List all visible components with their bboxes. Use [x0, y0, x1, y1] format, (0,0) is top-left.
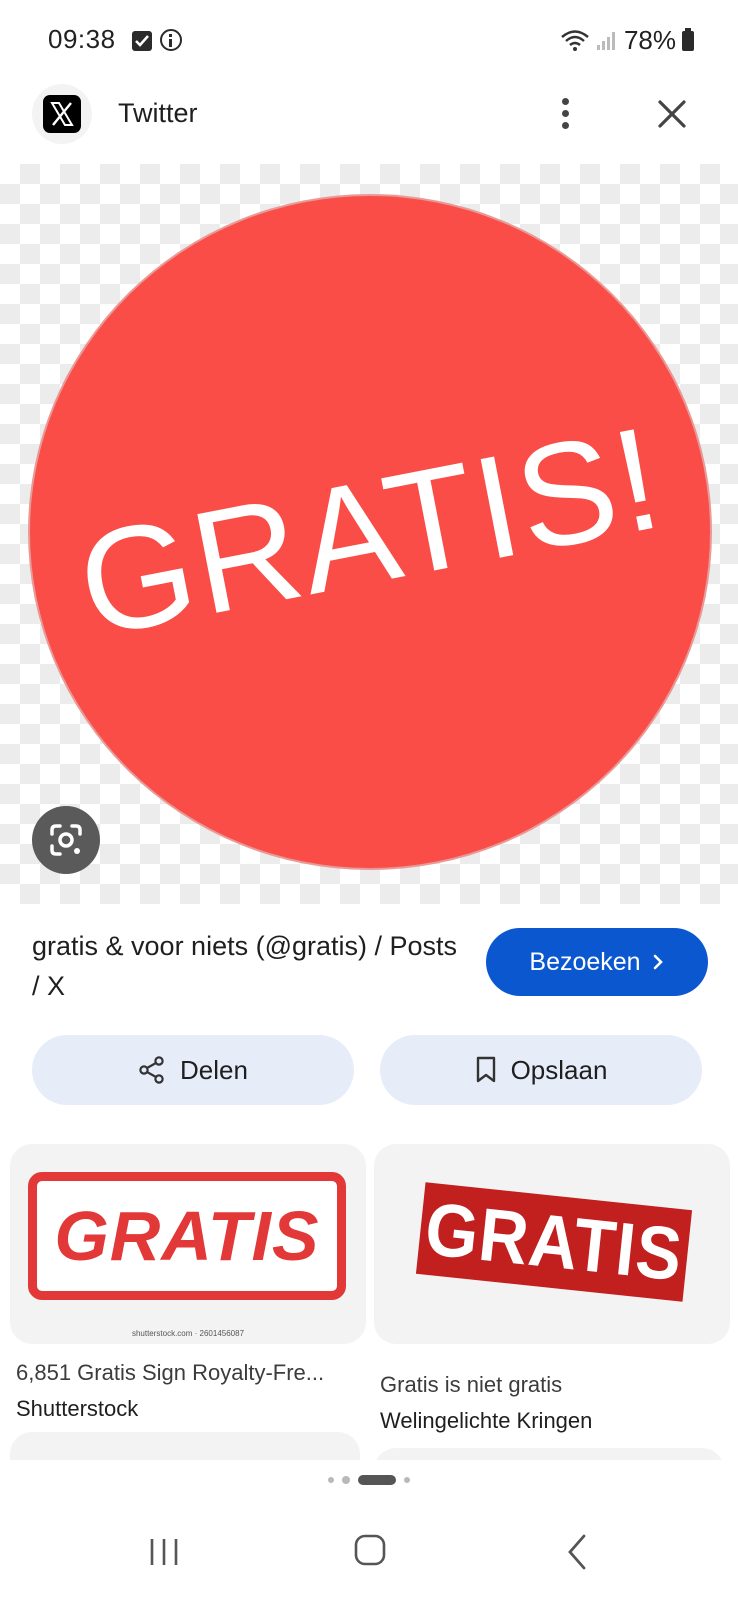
share-icon: [139, 1056, 164, 1084]
battery-icon: [682, 28, 694, 51]
page-dot: [328, 1477, 334, 1483]
wifi-icon: [561, 30, 589, 51]
related-thumbnail[interactable]: GRATIS: [374, 1144, 730, 1344]
gratis-circle: GRATIS!: [30, 196, 710, 868]
info-icon: [160, 29, 182, 51]
page-dot-active: [358, 1475, 396, 1485]
save-button-label: Opslaan: [510, 1054, 608, 1085]
bookmark-icon: [476, 1056, 495, 1083]
x-logo-icon: [43, 95, 81, 133]
close-icon[interactable]: [652, 94, 692, 134]
status-bar: 09:38 78%: [0, 0, 738, 80]
main-image[interactable]: GRATIS!: [0, 164, 738, 904]
save-button[interactable]: Opslaan: [380, 1035, 702, 1105]
related-source: Shutterstock: [16, 1396, 139, 1421]
back-icon[interactable]: [560, 1532, 596, 1572]
site-name[interactable]: Twitter: [118, 98, 198, 129]
gratis-sign-frame: GRATIS: [28, 1172, 346, 1300]
visit-button[interactable]: Bezoeken: [486, 928, 708, 996]
status-right-group: 78%: [560, 24, 694, 56]
share-button[interactable]: Delen: [32, 1035, 354, 1105]
related-title[interactable]: 6,851 Gratis Sign Royalty-Fre...: [16, 1360, 366, 1386]
google-lens-button[interactable]: [32, 806, 100, 874]
result-title[interactable]: gratis & voor niets (@gratis) / Posts / …: [32, 926, 462, 1006]
status-time: 09:38: [48, 24, 116, 54]
page-dot: [404, 1477, 410, 1483]
share-button-label: Delen: [180, 1054, 248, 1085]
related-title[interactable]: Gratis is niet gratis: [380, 1372, 730, 1398]
system-nav-bar: [0, 1508, 738, 1600]
related-card[interactable]: GRATIS shutterstock.com · 2601456087 6,8…: [10, 1144, 366, 1422]
gratis-image-text: GRATIS!: [66, 395, 674, 668]
thumbnail-text: GRATIS: [54, 1197, 320, 1275]
home-icon[interactable]: [352, 1532, 388, 1568]
page-dot: [342, 1476, 350, 1484]
signal-icon: [596, 32, 615, 50]
thumbnail-text: GRATIS: [421, 1186, 687, 1298]
related-source: Welingelichte Kringen: [380, 1408, 593, 1433]
thumbnail-watermark: shutterstock.com · 2601456087: [131, 1329, 245, 1338]
battery-percentage: 78%: [623, 24, 676, 55]
related-card[interactable]: GRATIS Gratis is niet gratis Welingelich…: [374, 1144, 730, 1434]
viewer-header: Twitter: [0, 80, 738, 164]
more-vertical-icon[interactable]: [552, 94, 578, 134]
recent-apps-icon[interactable]: [146, 1534, 182, 1570]
google-lens-icon: [50, 824, 82, 856]
chevron-right-icon: [653, 954, 663, 970]
related-thumbnail[interactable]: GRATIS shutterstock.com · 2601456087: [10, 1144, 366, 1344]
site-logo[interactable]: [32, 84, 92, 144]
visit-button-label: Bezoeken: [529, 947, 641, 976]
notification-check-icon: [132, 31, 152, 51]
gratis-stamp: GRATIS: [415, 1182, 693, 1302]
page-indicator: [0, 1460, 738, 1500]
